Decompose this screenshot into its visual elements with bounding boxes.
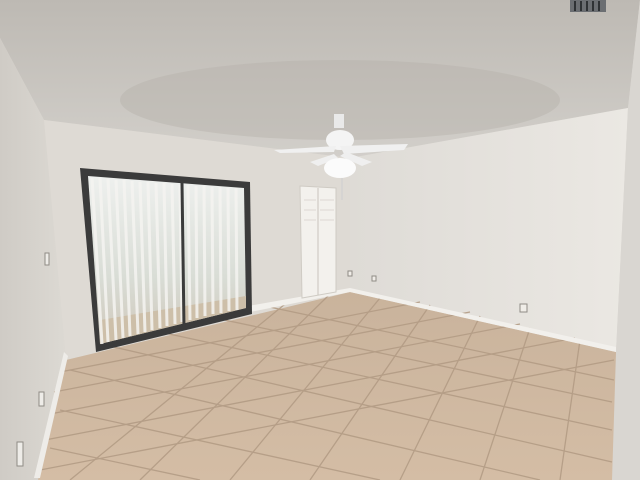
outlet-left-wall [38, 391, 45, 407]
ceiling-vent [570, 0, 606, 12]
room-photo [0, 0, 640, 480]
outlet-back-wall-2 [371, 275, 377, 282]
door-center-mullion [180, 182, 186, 329]
outlet-right-wall [519, 303, 528, 313]
outlet-left-wall-low [16, 441, 24, 467]
light-switch [44, 252, 50, 266]
outlet-back-wall-1 [347, 270, 353, 277]
